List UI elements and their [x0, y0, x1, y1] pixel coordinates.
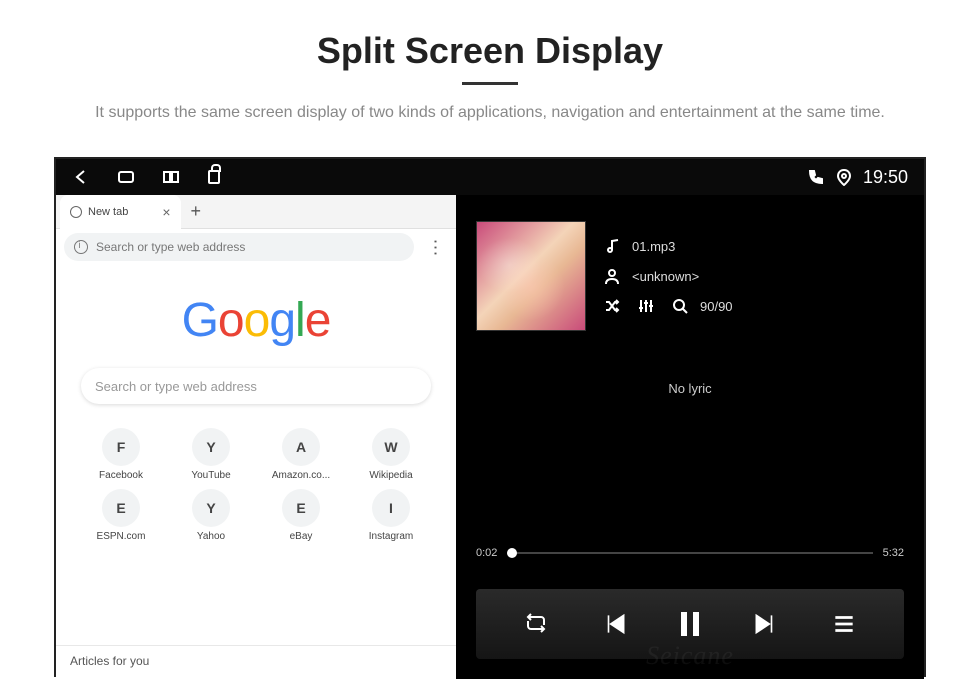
google-logo: Google: [56, 293, 456, 348]
shortcut-label: Amazon.co...: [272, 470, 330, 481]
track-filename: 01.mp3: [632, 239, 675, 254]
playlist-icon[interactable]: [831, 611, 857, 637]
browser-pane: New tab × + Search or type web address ⋯…: [56, 195, 456, 679]
shortcuts-grid: F Facebook Y YouTube A Amazon.co... W Wikipedia…: [76, 428, 436, 542]
shortcut-item[interactable]: F Facebook: [76, 428, 166, 481]
menu-icon[interactable]: ⋯: [425, 234, 446, 260]
elapsed-time: 0:02: [476, 547, 497, 559]
progress-bar[interactable]: 0:02 5:32: [476, 547, 904, 559]
info-icon: [74, 240, 88, 254]
location-icon: [835, 168, 853, 186]
articles-header: Articles for you: [56, 645, 456, 679]
browser-tab[interactable]: New tab ×: [60, 195, 181, 229]
globe-icon: [70, 206, 82, 218]
shortcut-letter: W: [372, 428, 410, 466]
progress-track[interactable]: [507, 552, 872, 554]
shortcut-letter: E: [102, 489, 140, 527]
equalizer-icon[interactable]: [638, 298, 654, 314]
shortcut-item[interactable]: EeBay: [256, 489, 346, 542]
music-note-icon: [604, 238, 620, 254]
next-icon[interactable]: [752, 611, 778, 637]
shortcut-letter: A: [282, 428, 320, 466]
no-lyric-label: No lyric: [456, 381, 924, 396]
prev-icon[interactable]: [602, 611, 628, 637]
shortcut-label: Instagram: [369, 531, 413, 542]
shortcut-letter: F: [102, 428, 140, 466]
duration-time: 5:32: [883, 547, 904, 559]
watermark: Seicane: [646, 641, 734, 671]
page-subtitle: It supports the same screen display of t…: [70, 101, 910, 125]
shortcut-label: eBay: [290, 531, 313, 542]
shortcut-item[interactable]: E ESPN.com: [76, 489, 166, 542]
address-placeholder: Search or type web address: [96, 240, 245, 254]
address-input[interactable]: Search or type web address: [64, 233, 414, 261]
address-bar: Search or type web address ⋯: [56, 229, 456, 265]
search-placeholder: Search or type web address: [95, 379, 257, 394]
shortcut-item[interactable]: W Wikipedia: [346, 428, 436, 481]
close-tab-icon[interactable]: ×: [162, 204, 170, 220]
shortcut-item[interactable]: Y YouTube: [166, 428, 256, 481]
page-title: Split Screen Display: [40, 30, 940, 72]
repeat-icon[interactable]: [523, 611, 549, 637]
shuffle-icon[interactable]: [604, 298, 620, 314]
shortcut-label: ESPN.com: [97, 531, 146, 542]
shortcut-letter: Y: [192, 428, 230, 466]
track-artist: <unknown>: [632, 269, 699, 284]
album-art[interactable]: [476, 221, 586, 331]
search-input[interactable]: Search or type web address: [81, 368, 431, 404]
person-icon: [604, 268, 620, 284]
shortcut-item[interactable]: I Instagram: [346, 489, 436, 542]
shortcut-label: Facebook: [99, 470, 143, 481]
device-frame: 19:50 New tab × + Search or type web add…: [54, 157, 926, 677]
search-icon[interactable]: [672, 298, 688, 314]
progress-thumb[interactable]: [507, 548, 517, 558]
phone-icon[interactable]: [807, 168, 825, 186]
title-divider: [462, 82, 518, 85]
status-clock: 19:50: [863, 167, 908, 188]
pause-button[interactable]: [681, 612, 699, 636]
lock-icon: [208, 170, 220, 184]
music-player-pane: 01.mp3 <unknown> 90/90 No lyric 0:02: [456, 195, 924, 679]
shortcut-item[interactable]: Y Yahoo: [166, 489, 256, 542]
track-count: 90/90: [700, 299, 733, 314]
recent-icon[interactable]: [162, 168, 180, 186]
home-icon[interactable]: [118, 171, 134, 183]
tab-label: New tab: [88, 206, 128, 218]
shortcut-letter: E: [282, 489, 320, 527]
shortcut-label: Wikipedia: [369, 470, 412, 481]
status-bar: 19:50: [56, 159, 924, 195]
new-tab-button[interactable]: +: [191, 201, 202, 222]
shortcut-item[interactable]: A Amazon.co...: [256, 428, 346, 481]
shortcut-label: Yahoo: [197, 531, 225, 542]
shortcut-letter: Y: [192, 489, 230, 527]
shortcut-letter: I: [372, 489, 410, 527]
tab-bar: New tab × +: [56, 195, 456, 229]
back-icon[interactable]: [72, 168, 90, 186]
shortcut-label: YouTube: [191, 470, 230, 481]
